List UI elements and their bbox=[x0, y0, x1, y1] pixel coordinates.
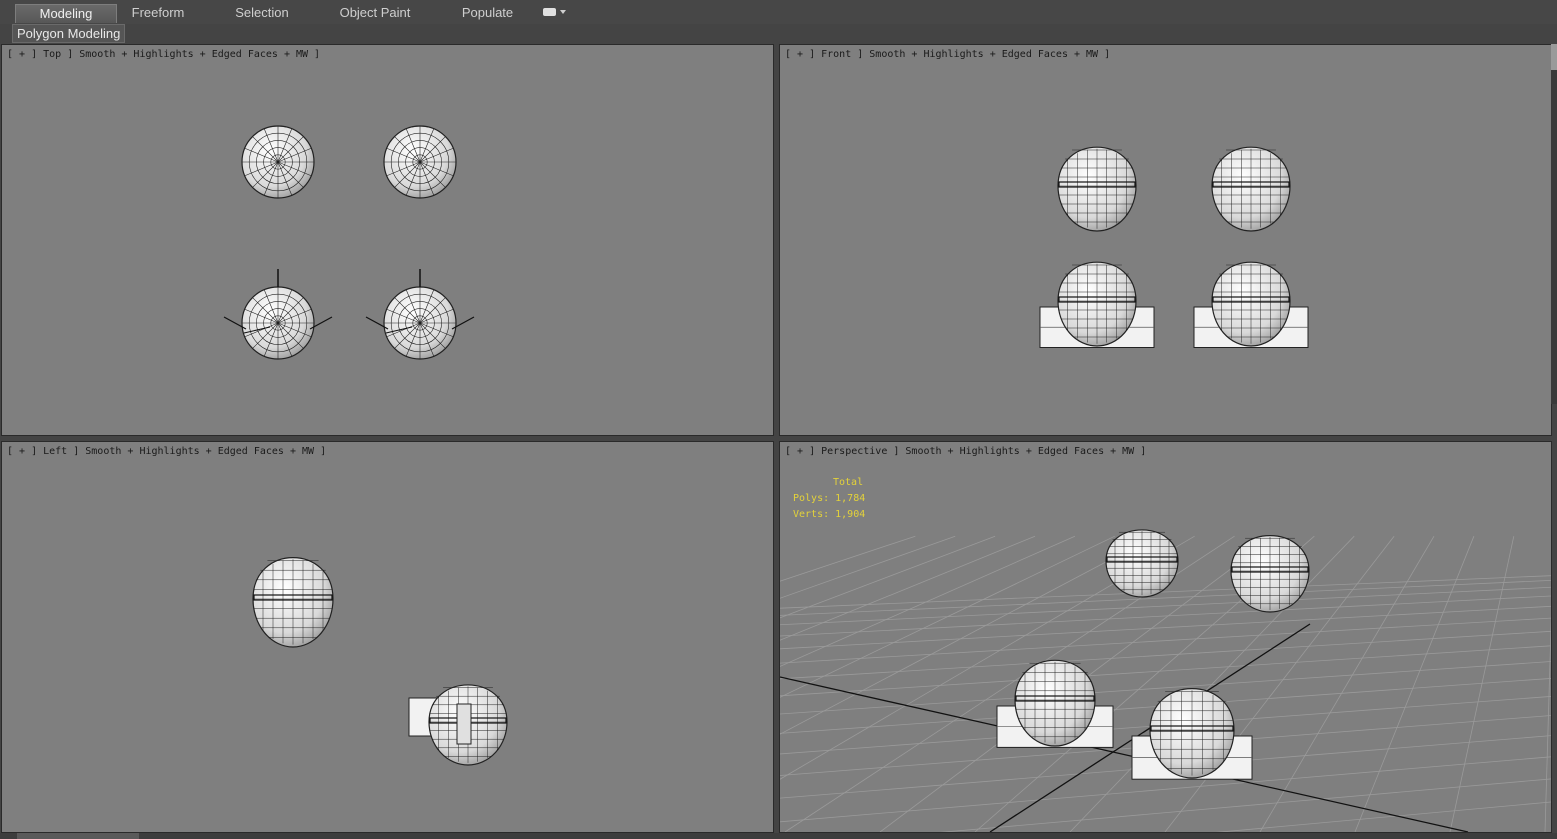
viewport-label-left[interactable]: [ + ] Left ] Smooth + Highlights + Edged… bbox=[7, 446, 326, 457]
tab-selection[interactable]: Selection bbox=[222, 4, 302, 22]
egg-object[interactable] bbox=[1039, 261, 1155, 348]
tab-object-paint[interactable]: Object Paint bbox=[330, 4, 420, 22]
ribbon-scrollbar[interactable] bbox=[1551, 44, 1557, 404]
viewport-label-perspective[interactable]: [ + ] Perspective ] Smooth + Highlights … bbox=[785, 446, 1146, 457]
tab-populate[interactable]: Populate bbox=[450, 4, 525, 22]
status-field bbox=[17, 833, 139, 839]
sphere-top-view[interactable] bbox=[383, 125, 457, 199]
top-viewport-scene bbox=[223, 125, 475, 360]
viewport-label-top[interactable]: [ + ] Top ] Smooth + Highlights + Edged … bbox=[7, 49, 320, 60]
egg-object[interactable] bbox=[1105, 529, 1179, 598]
stats-total-label: Total bbox=[833, 477, 864, 488]
left-viewport-scene bbox=[252, 557, 508, 766]
egg-object[interactable] bbox=[1131, 688, 1253, 780]
viewport-left[interactable]: [ + ] Left ] Smooth + Highlights + Edged… bbox=[1, 441, 774, 833]
egg-object[interactable] bbox=[996, 659, 1114, 748]
tab-freeform[interactable]: Freeform bbox=[118, 4, 198, 22]
viewport-label-front[interactable]: [ + ] Front ] Smooth + Highlights + Edge… bbox=[785, 49, 1110, 60]
egg-object[interactable] bbox=[1057, 146, 1137, 232]
dropdown-menu-icon[interactable] bbox=[543, 7, 566, 18]
ribbon-tabs: Modeling Freeform Selection Object Paint… bbox=[0, 0, 1557, 25]
stats-polys: Polys: 1,784 bbox=[793, 493, 866, 504]
sphere-top-view[interactable] bbox=[241, 125, 315, 199]
front-viewport-scene bbox=[1039, 146, 1309, 348]
stats-verts: Verts: 1,904 bbox=[793, 509, 866, 520]
tab-modeling[interactable]: Modeling bbox=[15, 4, 117, 23]
viewport-perspective[interactable]: [ + ] Perspective ] Smooth + Highlights … bbox=[779, 441, 1552, 833]
viewport-front[interactable]: [ + ] Front ] Smooth + Highlights + Edge… bbox=[779, 44, 1552, 436]
scene-statistics: Total Polys: 1,784 Verts: 1,904 bbox=[793, 475, 865, 523]
sphere-top-view[interactable] bbox=[223, 269, 333, 360]
perspective-viewport-scene bbox=[780, 529, 1551, 832]
egg-object[interactable] bbox=[1211, 146, 1291, 232]
panel-polygon-modeling[interactable]: Polygon Modeling bbox=[12, 24, 126, 43]
viewport-top[interactable]: [ + ] Top ] Smooth + Highlights + Edged … bbox=[1, 44, 774, 436]
ribbon-panel-bar: Polygon Modeling bbox=[0, 24, 1557, 43]
status-strip bbox=[0, 833, 1557, 839]
egg-object[interactable] bbox=[1193, 261, 1309, 348]
egg-object[interactable] bbox=[1230, 535, 1310, 613]
sphere-top-view[interactable] bbox=[365, 269, 475, 360]
egg-object[interactable] bbox=[252, 557, 334, 648]
